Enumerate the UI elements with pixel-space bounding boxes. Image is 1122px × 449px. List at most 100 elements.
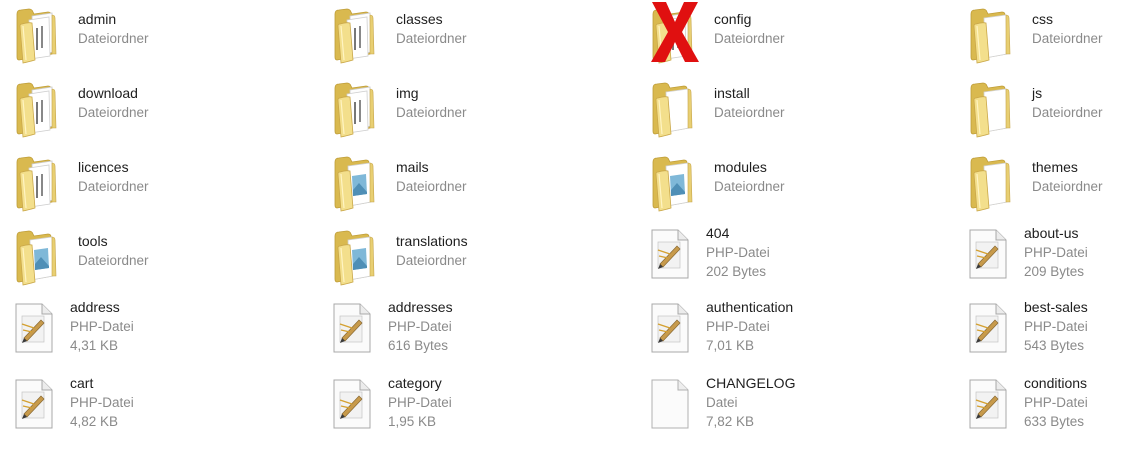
item-details: translations Dateiordner xyxy=(396,232,468,270)
item-type: Dateiordner xyxy=(1032,179,1103,194)
item-details: download Dateiordner xyxy=(78,84,149,122)
folder-item[interactable]: themes Dateiordner xyxy=(954,148,1122,222)
item-type: Dateiordner xyxy=(396,253,467,268)
item-type: Dateiordner xyxy=(78,31,149,46)
item-details: best-sales PHP-Datei 543 Bytes xyxy=(1024,298,1088,355)
folder-icon xyxy=(650,78,700,143)
folder-item[interactable]: config Dateiordner xyxy=(636,0,954,74)
item-details: authentication PHP-Datei 7,01 KB xyxy=(706,298,793,355)
item-details: themes Dateiordner xyxy=(1032,158,1103,196)
item-type: PHP-Datei xyxy=(388,319,452,334)
item-type: PHP-Datei xyxy=(70,319,134,334)
item-name: category xyxy=(388,375,442,391)
file-item[interactable]: about-us PHP-Datei 209 Bytes xyxy=(954,222,1122,296)
folder-icon xyxy=(14,152,64,217)
php-file-icon xyxy=(330,378,374,435)
item-size: 202 Bytes xyxy=(706,264,767,279)
item-size: 1,95 KB xyxy=(388,414,437,429)
file-item[interactable]: cart PHP-Datei 4,82 KB xyxy=(0,372,318,449)
item-details: cart PHP-Datei 4,82 KB xyxy=(70,374,134,431)
item-size: 4,82 KB xyxy=(70,414,119,429)
item-name: mails xyxy=(396,159,429,175)
item-size: 616 Bytes xyxy=(388,338,449,353)
folder-icon xyxy=(968,4,1018,69)
php-file-icon xyxy=(966,378,1010,435)
item-name: addresses xyxy=(388,299,453,315)
item-details: mails Dateiordner xyxy=(396,158,467,196)
item-name: address xyxy=(70,299,120,315)
file-item[interactable]: category PHP-Datei 1,95 KB xyxy=(318,372,636,449)
folder-icon xyxy=(14,4,64,69)
item-name: authentication xyxy=(706,299,794,315)
file-item[interactable]: best-sales PHP-Datei 543 Bytes xyxy=(954,296,1122,372)
folder-item[interactable]: tools Dateiordner xyxy=(0,222,318,296)
folder-item[interactable]: download Dateiordner xyxy=(0,74,318,148)
php-file-icon xyxy=(966,228,1010,285)
item-details: CHANGELOG Datei 7,82 KB xyxy=(706,374,795,431)
item-name: classes xyxy=(396,11,443,27)
blank-file-icon xyxy=(648,378,692,435)
folder-icon xyxy=(332,152,382,217)
file-item[interactable]: addresses PHP-Datei 616 Bytes xyxy=(318,296,636,372)
file-item[interactable]: conditions PHP-Datei 633 Bytes xyxy=(954,372,1122,449)
item-name: install xyxy=(714,85,750,101)
item-type: PHP-Datei xyxy=(706,245,770,260)
folder-item[interactable]: licences Dateiordner xyxy=(0,148,318,222)
item-size: 543 Bytes xyxy=(1024,338,1085,353)
item-name: js xyxy=(1032,85,1043,101)
folder-item[interactable]: img Dateiordner xyxy=(318,74,636,148)
item-name: best-sales xyxy=(1024,299,1088,315)
item-name: admin xyxy=(78,11,117,27)
folder-item[interactable]: classes Dateiordner xyxy=(318,0,636,74)
item-name: img xyxy=(396,85,419,101)
php-file-icon xyxy=(12,378,56,435)
file-item[interactable]: CHANGELOG Datei 7,82 KB xyxy=(636,372,954,449)
item-size: 209 Bytes xyxy=(1024,264,1085,279)
file-item[interactable]: authentication PHP-Datei 7,01 KB xyxy=(636,296,954,372)
item-name: css xyxy=(1032,11,1053,27)
item-type: PHP-Datei xyxy=(1024,245,1088,260)
php-file-icon xyxy=(648,302,692,359)
folder-icon xyxy=(14,78,64,143)
folder-item[interactable]: mails Dateiordner xyxy=(318,148,636,222)
item-type: Dateiordner xyxy=(714,179,785,194)
item-name: cart xyxy=(70,375,94,391)
item-name: config xyxy=(714,11,752,27)
folder-icon xyxy=(968,78,1018,143)
item-type: PHP-Datei xyxy=(1024,395,1088,410)
folder-icon xyxy=(968,152,1018,217)
folder-item[interactable]: js Dateiordner xyxy=(954,74,1122,148)
item-type: Dateiordner xyxy=(1032,31,1103,46)
item-details: category PHP-Datei 1,95 KB xyxy=(388,374,452,431)
item-name: modules xyxy=(714,159,767,175)
item-name: conditions xyxy=(1024,375,1088,391)
folder-item[interactable]: modules Dateiordner xyxy=(636,148,954,222)
folder-icon xyxy=(332,4,382,69)
item-details: classes Dateiordner xyxy=(396,10,467,48)
item-type: PHP-Datei xyxy=(706,319,770,334)
folder-item[interactable]: css Dateiordner xyxy=(954,0,1122,74)
folder-item[interactable]: translations Dateiordner xyxy=(318,222,636,296)
item-details: config Dateiordner xyxy=(714,10,785,48)
php-file-icon xyxy=(966,302,1010,359)
item-type: Dateiordner xyxy=(78,179,149,194)
item-type: Dateiordner xyxy=(396,105,467,120)
item-name: download xyxy=(78,85,138,101)
folder-item[interactable]: admin Dateiordner xyxy=(0,0,318,74)
item-name: about-us xyxy=(1024,225,1079,241)
item-name: tools xyxy=(78,233,108,249)
item-name: themes xyxy=(1032,159,1078,175)
folder-item[interactable]: install Dateiordner xyxy=(636,74,954,148)
item-type: Dateiordner xyxy=(1032,105,1103,120)
folder-icon xyxy=(14,226,64,291)
item-details: 404 PHP-Datei 202 Bytes xyxy=(706,224,770,281)
folder-icon xyxy=(650,2,700,69)
file-item[interactable]: address PHP-Datei 4,31 KB xyxy=(0,296,318,372)
file-item[interactable]: 404 PHP-Datei 202 Bytes xyxy=(636,222,954,296)
item-details: addresses PHP-Datei 616 Bytes xyxy=(388,298,453,355)
item-size: 7,01 KB xyxy=(706,338,755,353)
item-type: Dateiordner xyxy=(396,31,467,46)
php-file-icon xyxy=(648,228,692,285)
item-size: 4,31 KB xyxy=(70,338,119,353)
php-file-icon xyxy=(12,302,56,359)
